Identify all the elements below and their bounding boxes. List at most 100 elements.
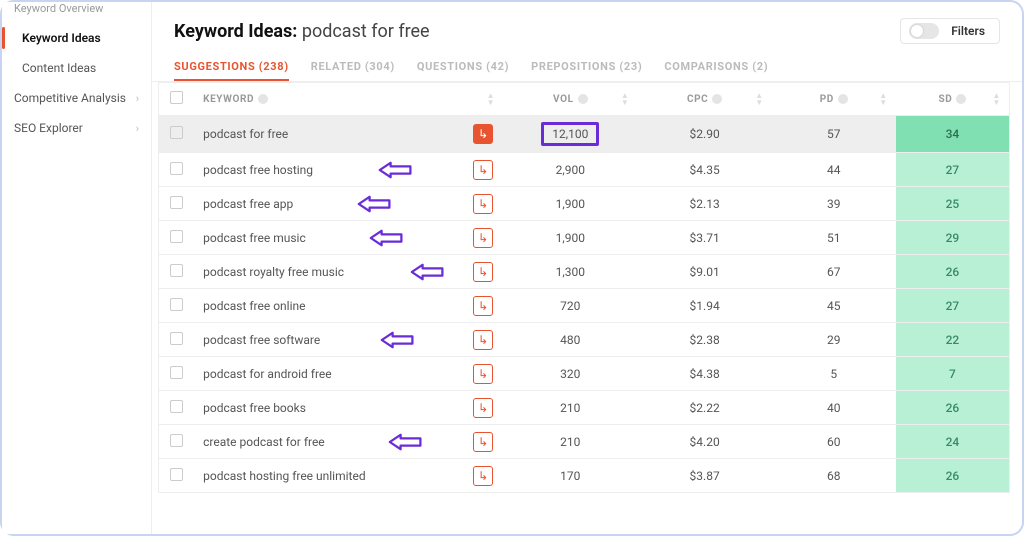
tab-comparisons[interactable]: COMPARISONS (2) xyxy=(664,54,768,81)
vol-value: 210 xyxy=(552,433,588,451)
filters-label: Filters xyxy=(951,24,985,38)
checkbox-icon[interactable] xyxy=(170,91,183,104)
sidebar-item-seo[interactable]: SEO Explorer › xyxy=(2,113,151,143)
keyword-cell[interactable]: podcast for android free↳ xyxy=(193,357,503,391)
row-checkbox[interactable] xyxy=(159,357,194,391)
sidebar-item-content-ideas[interactable]: Content Ideas xyxy=(2,53,151,83)
row-checkbox[interactable] xyxy=(159,425,194,459)
sidebar-item-keyword-ideas[interactable]: Keyword Ideas xyxy=(2,23,151,53)
checkbox-icon[interactable] xyxy=(170,332,183,345)
sd-cell: 27 xyxy=(896,153,1010,187)
cpc-cell: $2.90 xyxy=(637,116,771,153)
sidebar-item-competitive[interactable]: Competitive Analysis › xyxy=(2,83,151,113)
expand-icon[interactable]: ↳ xyxy=(473,228,493,248)
table-row[interactable]: podcast hosting free unlimited↳170$3.876… xyxy=(159,459,1010,493)
sort-icon[interactable]: ▲▼ xyxy=(487,92,496,106)
expand-icon[interactable]: ↳ xyxy=(473,330,493,350)
expand-icon[interactable]: ↳ xyxy=(473,194,493,214)
checkbox-icon[interactable] xyxy=(170,468,183,481)
pd-cell: 67 xyxy=(772,255,896,289)
checkbox-icon[interactable] xyxy=(170,162,183,175)
vol-value: 2,900 xyxy=(548,161,593,179)
col-pd[interactable]: PD ▲▼ xyxy=(772,83,896,116)
keyword-cell[interactable]: podcast free music↳ xyxy=(193,221,503,255)
vol-cell: 12,100 xyxy=(503,116,637,153)
sd-cell: 27 xyxy=(896,289,1010,323)
keyword-cell[interactable]: create podcast for free↳ xyxy=(193,425,503,459)
table-row[interactable]: podcast royalty free music↳1,300$9.01672… xyxy=(159,255,1010,289)
expand-icon[interactable]: ↳ xyxy=(473,160,493,180)
pd-cell: 57 xyxy=(772,116,896,153)
vol-value: 12,100 xyxy=(541,122,599,146)
sort-icon[interactable]: ▲▼ xyxy=(621,92,630,106)
info-icon xyxy=(956,94,966,104)
col-cpc[interactable]: CPC ▲▼ xyxy=(637,83,771,116)
checkbox-icon[interactable] xyxy=(170,126,183,139)
keyword-cell[interactable]: podcast free hosting↳ xyxy=(193,153,503,187)
sidebar-label: SEO Explorer xyxy=(14,121,83,135)
toggle-icon[interactable] xyxy=(909,23,939,39)
sd-cell: 25 xyxy=(896,187,1010,221)
keyword-text: podcast for free xyxy=(203,127,288,141)
keyword-cell[interactable]: podcast free software↳ xyxy=(193,323,503,357)
tab-related[interactable]: RELATED (304) xyxy=(311,54,395,81)
expand-icon[interactable]: ↳ xyxy=(473,432,493,452)
filters-button[interactable]: Filters xyxy=(900,18,1000,44)
row-checkbox[interactable] xyxy=(159,391,194,425)
checkbox-icon[interactable] xyxy=(170,434,183,447)
col-sd[interactable]: SD ▲▼ xyxy=(896,83,1010,116)
tab-questions[interactable]: QUESTIONS (42) xyxy=(417,54,509,81)
table-row[interactable]: podcast free online↳720$1.944527 xyxy=(159,289,1010,323)
checkbox-icon[interactable] xyxy=(170,400,183,413)
keyword-cell[interactable]: podcast free app↳ xyxy=(193,187,503,221)
sort-icon[interactable]: ▲▼ xyxy=(992,92,1001,106)
keyword-cell[interactable]: podcast royalty free music↳ xyxy=(193,255,503,289)
table-row[interactable]: podcast free books↳210$2.224026 xyxy=(159,391,1010,425)
table-row[interactable]: podcast free hosting↳2,900$4.354427 xyxy=(159,153,1010,187)
tab-prepositions[interactable]: PREPOSITIONS (23) xyxy=(531,54,642,81)
row-checkbox[interactable] xyxy=(159,323,194,357)
keyword-cell[interactable]: podcast for free ↳ xyxy=(193,116,503,153)
expand-icon[interactable]: ↳ xyxy=(473,466,493,486)
checkbox-icon[interactable] xyxy=(170,298,183,311)
checkbox-icon[interactable] xyxy=(170,264,183,277)
checkbox-icon[interactable] xyxy=(170,230,183,243)
col-checkbox[interactable] xyxy=(159,83,194,116)
expand-icon[interactable]: ↳ xyxy=(473,296,493,316)
pd-cell: 60 xyxy=(772,425,896,459)
keyword-table: KEYWORD ▲▼ VOL ▲▼ CPC ▲▼ PD xyxy=(158,82,1010,493)
row-checkbox[interactable] xyxy=(159,459,194,493)
table-row[interactable]: podcast free app↳1,900$2.133925 xyxy=(159,187,1010,221)
checkbox-icon[interactable] xyxy=(170,196,183,209)
table-row[interactable]: create podcast for free↳210$4.206024 xyxy=(159,425,1010,459)
tab-suggestions[interactable]: SUGGESTIONS (238) xyxy=(174,54,289,81)
table-row[interactable]: podcast for android free↳320$4.3857 xyxy=(159,357,1010,391)
cpc-cell: $4.38 xyxy=(637,357,771,391)
expand-icon[interactable]: ↳ xyxy=(473,398,493,418)
keyword-cell[interactable]: podcast free online↳ xyxy=(193,289,503,323)
row-checkbox[interactable] xyxy=(159,289,194,323)
table-row[interactable]: podcast free music↳1,900$3.715129 xyxy=(159,221,1010,255)
sort-icon[interactable]: ▲▼ xyxy=(755,92,764,106)
tabs: SUGGESTIONS (238) RELATED (304) QUESTIONS … xyxy=(152,50,1022,82)
row-checkbox[interactable] xyxy=(159,153,194,187)
keyword-text: podcast free books xyxy=(203,401,306,415)
col-keyword[interactable]: KEYWORD ▲▼ xyxy=(193,83,503,116)
expand-icon[interactable]: ↳ xyxy=(473,262,493,282)
keyword-cell[interactable]: podcast hosting free unlimited ↳ xyxy=(193,459,503,493)
keyword-text: podcast hosting free unlimited xyxy=(203,469,366,483)
table-row[interactable]: podcast for free↳12,100$2.905734 xyxy=(159,116,1010,153)
sidebar-item-overview[interactable]: Keyword Overview xyxy=(2,2,151,23)
col-vol[interactable]: VOL ▲▼ xyxy=(503,83,637,116)
row-checkbox[interactable] xyxy=(159,221,194,255)
row-checkbox[interactable] xyxy=(159,187,194,221)
table-row[interactable]: podcast free software↳480$2.382922 xyxy=(159,323,1010,357)
row-checkbox[interactable] xyxy=(159,116,194,153)
expand-icon[interactable]: ↳ xyxy=(473,364,493,384)
row-checkbox[interactable] xyxy=(159,255,194,289)
expand-icon[interactable]: ↳ xyxy=(473,124,493,144)
sort-icon[interactable]: ▲▼ xyxy=(879,92,888,106)
keyword-cell[interactable]: podcast free books ↳ xyxy=(193,391,503,425)
table-wrap[interactable]: KEYWORD ▲▼ VOL ▲▼ CPC ▲▼ PD xyxy=(152,82,1022,534)
checkbox-icon[interactable] xyxy=(170,366,183,379)
